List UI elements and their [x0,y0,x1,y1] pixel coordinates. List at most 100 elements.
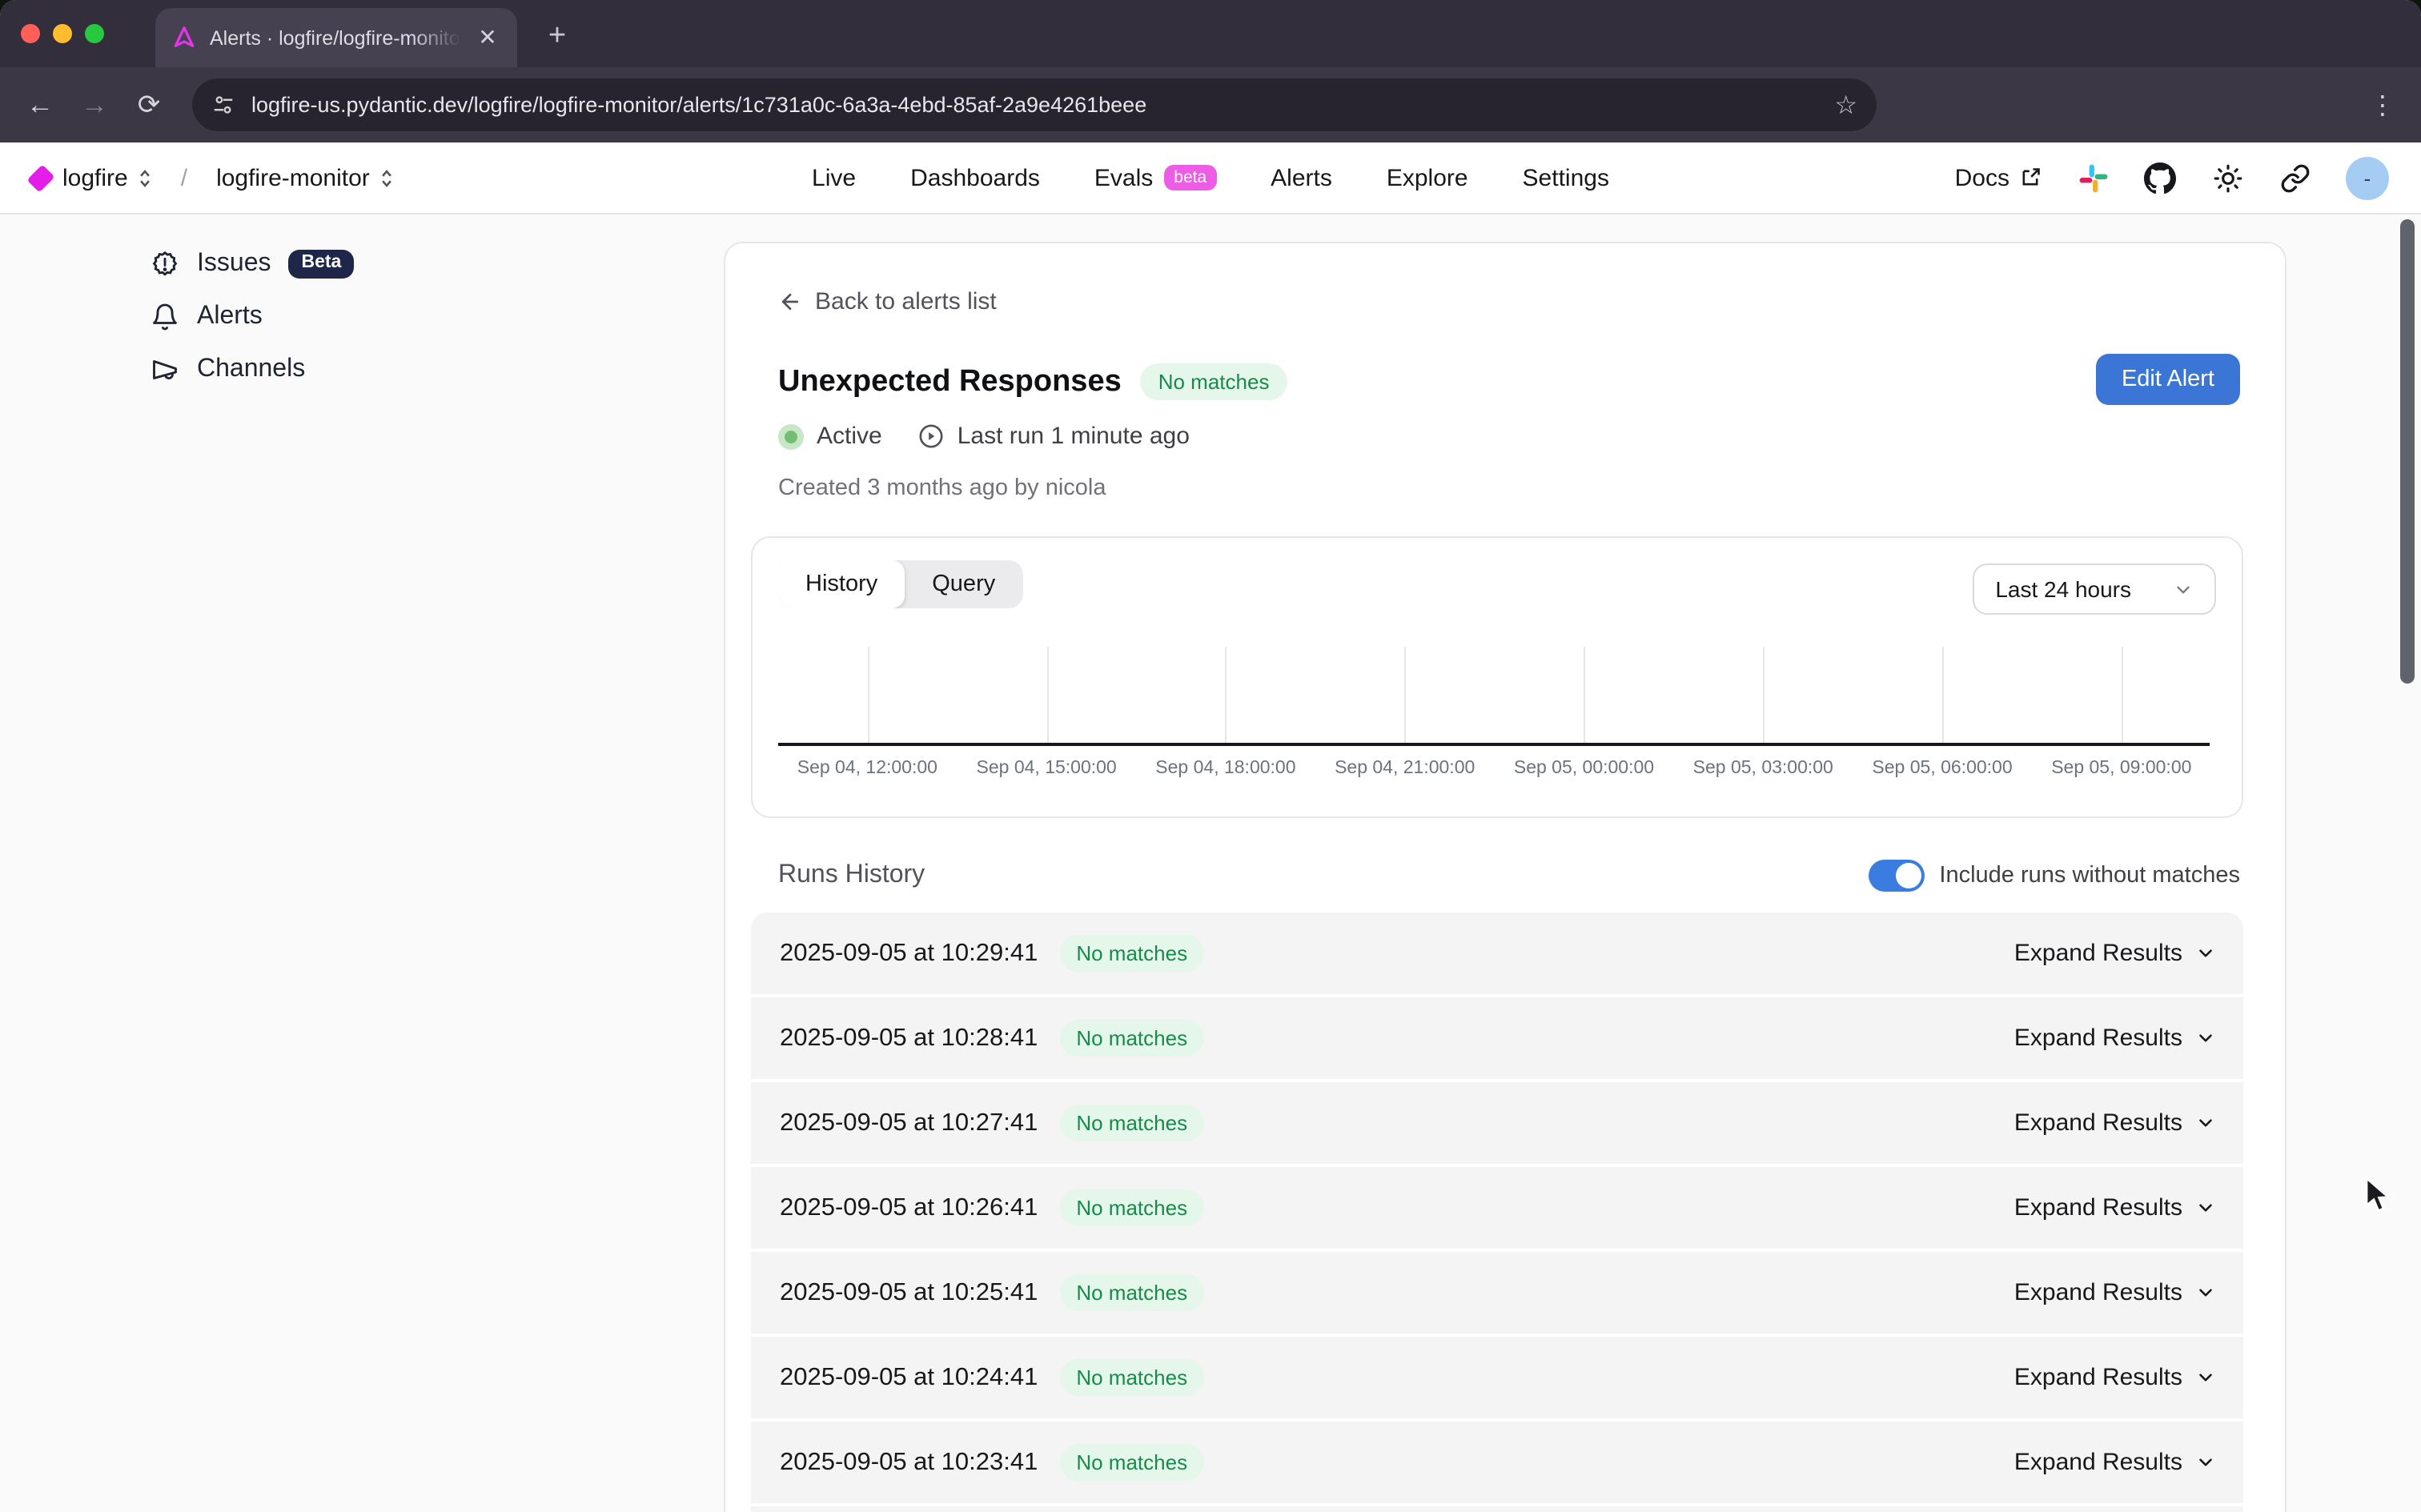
updown-chevron-icon [138,167,152,188]
run-row[interactable]: 2025-09-05 at 10:28:41 No matches Expand… [751,997,2243,1079]
minimize-window-button[interactable] [53,24,72,43]
alert-title-row: Unexpected Responses No matches Edit Ale… [778,363,2240,400]
chart-x-axis [778,743,2210,746]
window-controls[interactable] [21,24,104,43]
alert-detail-panel: Back to alerts list Unexpected Responses… [724,242,2286,1512]
chart-gridline [1584,647,1585,746]
run-match-badge: No matches [1060,1274,1203,1311]
run-timestamp: 2025-09-05 at 10:24:41 [780,1363,1038,1392]
app-header: logfire / logfire-monitor Live Dashboard… [0,142,2421,215]
sidebar-item-label: Channels [197,355,305,384]
docs-link[interactable]: Docs [1955,164,2042,191]
reload-icon[interactable]: ⟳ [125,81,173,129]
close-window-button[interactable] [21,24,40,43]
browser-toolbar: ← → ⟳ logfire-us.pydantic.dev/logfire/lo… [0,67,2421,142]
sidebar-item-alerts[interactable]: Alerts [151,303,705,331]
expand-results-button[interactable]: Expand Results [2014,1279,2216,1306]
nav-alerts[interactable]: Alerts [1271,164,1332,191]
play-circle-icon [917,423,945,450]
tab-query[interactable]: Query [905,560,1022,608]
expand-results-button[interactable]: Expand Results [2014,1449,2216,1476]
time-range-select[interactable]: Last 24 hours [1973,563,2216,615]
run-match-badge: No matches [1060,1105,1203,1141]
new-tab-button[interactable]: + [535,14,580,59]
scrollbar-thumb[interactable] [2400,219,2415,684]
browser-tab[interactable]: Alerts · logfire/logfire-monitor ✕ [155,8,517,67]
sidebar-item-issues[interactable]: Issues Beta [151,250,705,279]
tab-history[interactable]: History [778,560,905,608]
forward-icon[interactable]: → [70,81,118,129]
alert-status-row: Active Last run 1 minute ago [778,423,2240,450]
chart-axis-labels: Sep 04, 12:00:00 Sep 04, 15:00:00 Sep 04… [778,759,2216,794]
project-selector[interactable]: logfire-monitor [216,164,394,191]
axis-tick-label: Sep 05, 06:00:00 [1872,759,2012,778]
chart-gridline [1942,647,1944,746]
chart-gridline [1405,647,1407,746]
include-runs-toggle[interactable] [1869,860,1925,892]
run-timestamp: 2025-09-05 at 10:29:41 [780,939,1038,968]
run-row[interactable]: 2025-09-05 at 10:26:41 No matches Expand… [751,1167,2243,1249]
run-timestamp: 2025-09-05 at 10:23:41 [780,1448,1038,1477]
zoom-window-button[interactable] [85,24,104,43]
history-card: History Query Last 24 hours [751,536,2243,818]
axis-tick-label: Sep 05, 03:00:00 [1693,759,1833,778]
nav-evals[interactable]: Evalsbeta [1094,164,1216,191]
theme-sun-icon[interactable] [2211,162,2243,194]
browser-menu-icon[interactable]: ⋮ [2360,89,2405,121]
expand-results-button[interactable]: Expand Results [2014,1194,2216,1221]
issues-beta-badge: Beta [289,251,355,279]
updown-chevron-icon [379,167,394,188]
axis-tick-label: Sep 05, 09:00:00 [2051,759,2191,778]
sidebar-item-channels[interactable]: Channels [151,355,705,384]
back-to-alerts-link[interactable]: Back to alerts list [778,288,997,315]
chart-gridline [1763,647,1765,746]
github-icon[interactable] [2144,162,2176,194]
run-row[interactable]: 2025-09-05 at 10:29:41 No matches Expand… [751,912,2243,994]
tab-close-icon[interactable]: ✕ [474,24,501,51]
edit-alert-button[interactable]: Edit Alert [2096,354,2240,405]
run-row[interactable]: 2025-09-05 at 10:27:41 No matches Expand… [751,1082,2243,1164]
toggle-label: Include runs without matches [1939,863,2240,888]
sidebar-item-label: Issues [197,250,271,279]
expand-results-button[interactable]: Expand Results [2014,940,2216,967]
run-row[interactable]: 2025-09-05 at 10:23:41 No matches Expand… [751,1422,2243,1503]
run-row[interactable]: 2025-09-05 at 10:24:41 No matches Expand… [751,1337,2243,1418]
nav-settings[interactable]: Settings [1523,164,1609,191]
expand-results-button[interactable]: Expand Results [2014,1364,2216,1391]
user-avatar[interactable]: - [2346,156,2389,199]
sidebar: Issues Beta Alerts Channels [0,215,705,384]
chevron-down-icon [2195,1197,2216,1218]
chart-gridline [2122,647,2123,746]
slack-icon[interactable] [2077,162,2109,194]
expand-results-button[interactable]: Expand Results [2014,1109,2216,1137]
nav-dashboards[interactable]: Dashboards [910,164,1040,191]
axis-tick-label: Sep 04, 15:00:00 [977,759,1117,778]
run-match-badge: No matches [1060,935,1203,972]
runs-history-header: Runs History Include runs without matche… [778,860,2240,892]
run-match-badge: No matches [1060,1359,1203,1396]
nav-explore[interactable]: Explore [1387,164,1468,191]
sidebar-item-label: Alerts [197,303,263,331]
axis-tick-label: Sep 05, 00:00:00 [1514,759,1654,778]
run-row[interactable]: 2025-09-05 at 10:25:41 No matches Expand… [751,1252,2243,1334]
chart-gridline [1046,647,1048,746]
chart-gridline [1226,647,1227,746]
org-selector[interactable]: logfire [62,164,152,191]
match-status-badge: No matches [1141,363,1287,400]
external-link-icon [2019,166,2042,189]
content-area: Issues Beta Alerts Channels [0,215,2421,1510]
nav-live[interactable]: Live [812,164,856,191]
axis-tick-label: Sep 04, 21:00:00 [1335,759,1475,778]
run-timestamp: 2025-09-05 at 10:27:41 [780,1109,1038,1137]
chevron-down-icon [2195,1028,2216,1049]
back-icon[interactable]: ← [16,81,64,129]
bookmark-star-icon[interactable]: ☆ [1834,89,1857,121]
share-link-icon[interactable] [2278,162,2311,194]
browser-window: Alerts · logfire/logfire-monitor ✕ + ← →… [0,0,2421,1512]
url-text[interactable]: logfire-us.pydantic.dev/logfire/logfire-… [251,93,1818,117]
expand-results-button[interactable]: Expand Results [2014,1025,2216,1052]
url-bar[interactable]: logfire-us.pydantic.dev/logfire/logfire-… [192,78,1877,131]
run-row[interactable]: 2025-09-05 at 10:22:41 No matches Expand… [751,1506,2243,1512]
chevron-down-icon [2195,1452,2216,1473]
site-settings-icon[interactable] [211,93,235,117]
